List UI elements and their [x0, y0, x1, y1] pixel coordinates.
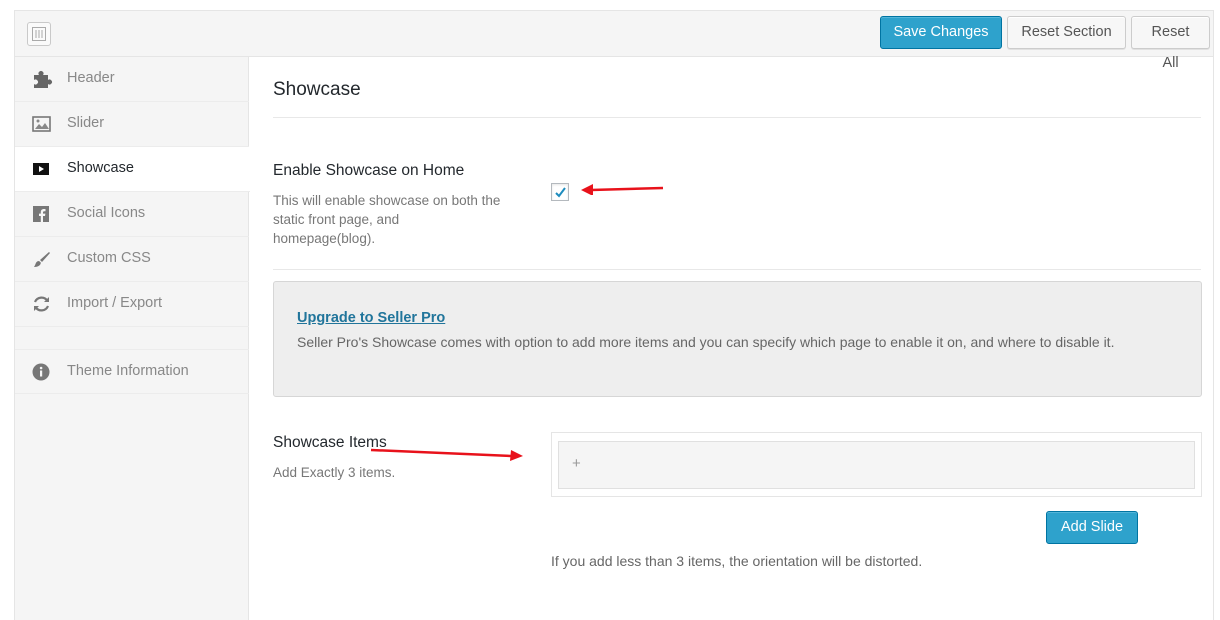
upgrade-notice: Upgrade to Seller Pro Seller Pro's Showc… — [273, 281, 1202, 397]
save-changes-button[interactable]: Save Changes — [880, 16, 1002, 49]
sidebar-item-label: Slider — [67, 115, 105, 131]
sidebar-item-custom-css[interactable]: Custom CSS — [15, 237, 249, 282]
facebook-icon — [31, 204, 53, 224]
enable-showcase-title: Enable Showcase on Home — [273, 162, 465, 179]
description-line: This will enable showcase on both the — [273, 193, 501, 208]
sidebar-item-label: Showcase — [67, 160, 134, 176]
showcase-items-description: Add Exactly 3 items. — [273, 465, 396, 480]
info-icon — [31, 362, 53, 382]
puzzle-icon — [31, 69, 53, 89]
reset-section-button[interactable]: Reset Section — [1007, 16, 1126, 49]
sidebar-item-import-export[interactable]: Import / Export — [15, 282, 249, 327]
showcase-item[interactable]: + — [558, 441, 1195, 489]
image-icon — [31, 114, 53, 134]
showcase-items-list: + — [551, 432, 1202, 497]
items-warning-text: If you add less than 3 items, the orient… — [551, 553, 923, 569]
upgrade-notice-text: Seller Pro's Showcase comes with option … — [297, 334, 1115, 350]
options-content: Showcase Enable Showcase on Home This wi… — [273, 57, 1213, 620]
enable-showcase-checkbox[interactable] — [551, 183, 569, 201]
divider — [273, 117, 1201, 118]
sidebar-item-label: Import / Export — [67, 295, 163, 311]
sidebar-item-header[interactable]: Header — [15, 57, 249, 102]
showcase-items-title: Showcase Items — [273, 434, 387, 451]
description-line: static front page, and — [273, 212, 400, 227]
enable-showcase-description: This will enable showcase on both the st… — [273, 191, 500, 248]
sidebar-item-label: Header — [67, 70, 115, 86]
reset-all-button[interactable]: Reset All — [1131, 16, 1210, 71]
description-line: homepage(blog). — [273, 231, 376, 246]
add-slide-button[interactable]: Add Slide — [1046, 511, 1138, 544]
sidebar-item-label: Social Icons — [67, 205, 146, 221]
brush-icon — [31, 249, 53, 269]
sidebar-item-label: Custom CSS — [67, 250, 151, 266]
upgrade-link[interactable]: Upgrade to Seller Pro — [297, 310, 445, 326]
options-sidebar: Header Slider Showcase Social Icons Cust… — [15, 57, 250, 620]
sidebar-item-label: Theme Information — [67, 363, 189, 379]
sidebar-item-showcase[interactable]: Showcase — [15, 147, 250, 192]
expand-plus-icon[interactable]: + — [572, 455, 581, 472]
sidebar-item-slider[interactable]: Slider — [15, 102, 249, 147]
sidebar-item-theme-information[interactable]: Theme Information — [15, 349, 249, 394]
theme-options-panel: Save Changes Reset Section Reset All Hea… — [14, 10, 1214, 620]
divider — [273, 269, 1201, 270]
video-play-icon — [31, 159, 53, 179]
refresh-icon — [31, 294, 53, 314]
section-title: Showcase — [273, 79, 361, 100]
sidebar-item-social-icons[interactable]: Social Icons — [15, 192, 249, 237]
theme-logo-icon — [27, 22, 51, 46]
checkmark-icon — [555, 187, 566, 198]
options-toolbar: Save Changes Reset Section Reset All — [15, 11, 1213, 71]
